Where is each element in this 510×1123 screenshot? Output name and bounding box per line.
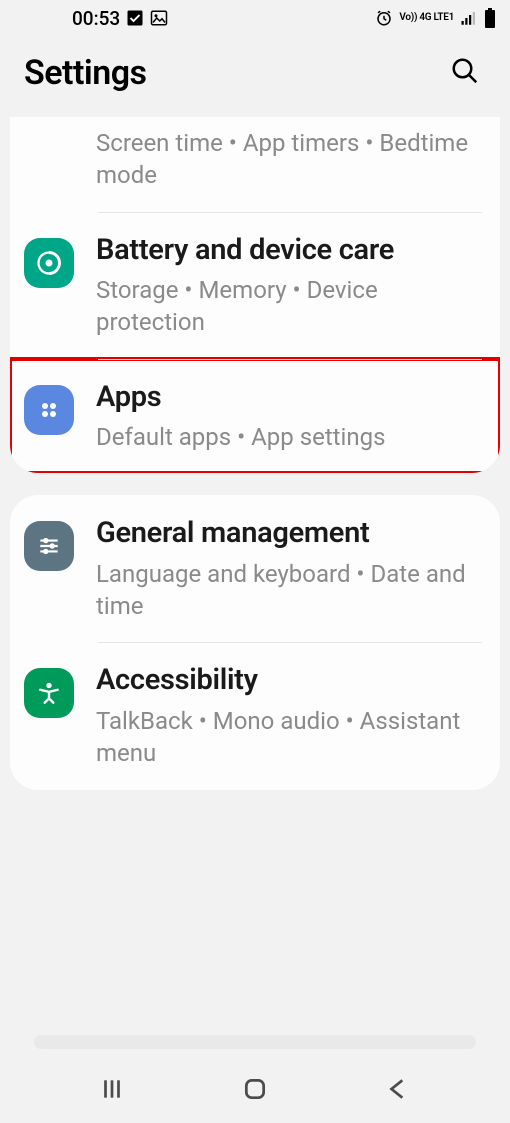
general-management-icon (24, 521, 74, 571)
search-button[interactable] (444, 50, 486, 95)
row-sub: Screen time • App timers • Bedtime mode (96, 127, 482, 192)
row-title: Accessibility (96, 662, 482, 698)
device-care-icon (24, 238, 74, 288)
page-title: Settings (24, 53, 147, 93)
settings-card-2: General management Language and keyboard… (10, 495, 500, 789)
row-sub: Language and keyboard • Date and time (96, 558, 482, 623)
row-battery-device-care[interactable]: Battery and device care Storage • Memory… (10, 212, 500, 359)
row-sub: Default apps • App settings (96, 421, 482, 453)
row-sub: TalkBack • Mono audio • Assistant menu (96, 705, 482, 770)
signal-icon (460, 9, 478, 27)
status-bar: 00:53 Vo)) 4G LTE1 (0, 0, 510, 36)
settings-card-1: Screen time • App timers • Bedtime mode … (10, 117, 500, 473)
back-button[interactable] (365, 1066, 431, 1115)
row-accessibility[interactable]: Accessibility TalkBack • Mono audio • As… (10, 642, 500, 789)
row-title: Battery and device care (96, 232, 482, 268)
header: Settings (0, 36, 510, 117)
back-icon (385, 1076, 411, 1102)
home-icon (242, 1076, 268, 1102)
row-digital-wellbeing[interactable]: Screen time • App timers • Bedtime mode (10, 117, 500, 212)
row-general-management[interactable]: General management Language and keyboard… (10, 495, 500, 642)
row-title: Apps (96, 379, 482, 415)
search-icon (450, 56, 480, 86)
scrollbar[interactable] (34, 1035, 476, 1049)
row-sub: Storage • Memory • Device protection (96, 274, 482, 339)
battery-icon (484, 8, 496, 28)
apps-icon (24, 385, 74, 435)
picture-icon (150, 9, 168, 27)
recents-button[interactable] (79, 1066, 145, 1115)
row-title: General management (96, 515, 482, 551)
recents-icon (99, 1076, 125, 1102)
accessibility-icon (24, 668, 74, 718)
status-time: 00:53 (14, 7, 120, 30)
alarm-icon (375, 9, 393, 27)
network-label: Vo)) 4G LTE1 (399, 13, 454, 23)
checkbox-icon (126, 9, 144, 27)
row-apps[interactable]: Apps Default apps • App settings (10, 359, 500, 474)
navigation-bar (0, 1063, 510, 1123)
home-button[interactable] (222, 1066, 288, 1115)
